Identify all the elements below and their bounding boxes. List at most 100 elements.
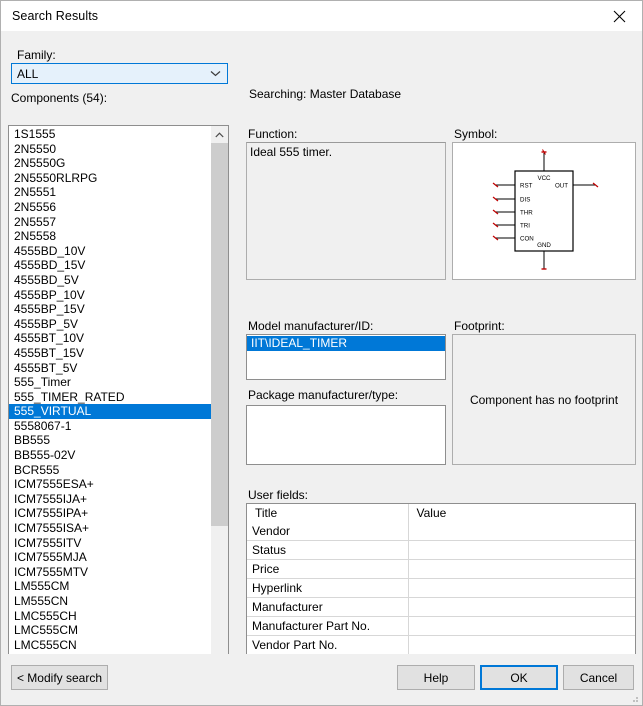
model-manufacturer-selected-item[interactable]: IIT\IDEAL_TIMER — [247, 336, 445, 351]
help-button[interactable]: Help — [397, 665, 475, 690]
cell-title: Manufacturer Part No. — [247, 616, 408, 636]
list-item[interactable]: BB555 — [9, 433, 211, 448]
footprint-preview-box: Component has no footprint — [452, 334, 636, 465]
pin-rst-label: RST — [520, 183, 533, 190]
pin-vcc-label: VCC — [537, 175, 551, 182]
list-item[interactable]: LMC555CN — [9, 638, 211, 653]
cell-title: Hyperlink — [247, 578, 408, 598]
modify-search-button[interactable]: < Modify search — [11, 665, 108, 690]
cell-value[interactable] — [407, 635, 635, 655]
list-item[interactable]: 4555BT_15V — [9, 346, 211, 361]
footprint-label: Footprint: — [454, 319, 505, 333]
list-item[interactable]: LMC555CM — [9, 623, 211, 638]
table-row[interactable]: Status — [247, 540, 635, 560]
cell-value[interactable] — [407, 616, 635, 636]
table-row[interactable]: Vendor — [247, 522, 635, 541]
table-row[interactable]: Hyperlink — [247, 578, 635, 598]
function-label: Function: — [248, 127, 298, 141]
cell-title: Status — [247, 540, 408, 560]
window-title: Search Results — [12, 9, 99, 23]
cell-title: Vendor — [247, 522, 408, 541]
list-item[interactable]: 2N5557 — [9, 215, 211, 230]
list-item[interactable]: 4555BP_15V — [9, 302, 211, 317]
scroll-up-button[interactable] — [211, 126, 228, 143]
list-item[interactable]: 2N5550G — [9, 156, 211, 171]
pin-con-label: CON — [520, 236, 534, 243]
cell-value[interactable] — [407, 522, 635, 541]
list-item[interactable]: ICM7555ESA+ — [9, 477, 211, 492]
scrollbar-track[interactable] — [211, 526, 228, 659]
cell-value[interactable] — [407, 597, 635, 617]
user-fields-table: Title Value Vendor Status Price Hyperlink Ma… — [247, 504, 635, 667]
list-item[interactable]: 4555BP_10V — [9, 288, 211, 303]
cell-value[interactable] — [407, 559, 635, 579]
resize-grip-icon[interactable] — [629, 693, 639, 703]
family-select-value: ALL — [17, 66, 39, 81]
user-fields-table-wrap[interactable]: Title Value Vendor Status Price Hyperlink Ma… — [246, 503, 636, 668]
list-item[interactable]: 2N5550RLRPG — [9, 171, 211, 186]
list-item[interactable]: 2N5550 — [9, 142, 211, 157]
list-item[interactable]: LM555CN — [9, 594, 211, 609]
list-item[interactable]: LM555CM — [9, 579, 211, 594]
ok-button[interactable]: OK — [480, 665, 558, 690]
pin-dis-label: DIS — [520, 197, 530, 204]
user-fields-table-body: Vendor Status Price Hyperlink Manufacturer Ma… — [247, 522, 635, 667]
searching-database-label: Searching: Master Database — [249, 87, 402, 101]
cancel-button[interactable]: Cancel — [563, 665, 634, 690]
close-icon — [613, 10, 626, 22]
table-row[interactable]: Vendor Part No. — [247, 635, 635, 655]
cell-title: Manufacturer — [247, 597, 408, 617]
user-fields-label: User fields: — [248, 488, 309, 502]
footprint-message: Component has no footprint — [469, 392, 619, 407]
column-header-value: Value — [407, 504, 635, 522]
table-row[interactable]: Manufacturer — [247, 597, 635, 617]
list-item[interactable]: BB555-02V — [9, 448, 211, 463]
list-item[interactable]: 555_VIRTUAL — [9, 404, 211, 419]
components-scrollbar[interactable] — [211, 126, 228, 676]
list-item[interactable]: ICM7555ITV — [9, 536, 211, 551]
cell-title: Price — [247, 559, 408, 579]
model-manufacturer-list[interactable]: IIT\IDEAL_TIMER — [246, 334, 446, 380]
pin-gnd-label: GND — [537, 242, 551, 249]
list-item[interactable]: ICM7555IPA+ — [9, 506, 211, 521]
dialog-footer: < Modify search Help OK Cancel — [1, 654, 642, 705]
list-item[interactable]: 4555BT_5V — [9, 361, 211, 376]
pin-out-label: OUT — [555, 183, 568, 190]
components-list[interactable]: 1S1555 2N5550 2N5550G 2N5550RLRPG 2N5551 2N55… — [8, 125, 229, 677]
list-item[interactable]: 4555BD_10V — [9, 244, 211, 259]
list-item[interactable]: ICM7555MJA — [9, 550, 211, 565]
list-item[interactable]: 4555BP_5V — [9, 317, 211, 332]
list-item[interactable]: 4555BD_15V — [9, 258, 211, 273]
pin-thr-label: THR — [520, 210, 533, 217]
cell-value[interactable] — [407, 540, 635, 560]
timer-555-symbol-icon: VCC RST DIS THR TRI CON OUT GND — [492, 149, 599, 270]
list-item[interactable]: LMC555CH — [9, 609, 211, 624]
chevron-down-icon — [207, 70, 224, 77]
column-header-title: Title — [255, 506, 278, 520]
list-item[interactable]: 2N5556 — [9, 200, 211, 215]
list-item[interactable]: 2N5558 — [9, 229, 211, 244]
symbol-label: Symbol: — [454, 127, 498, 141]
table-row[interactable]: Manufacturer Part No. — [247, 616, 635, 636]
function-description-box: Ideal 555 timer. — [246, 142, 446, 280]
list-item[interactable]: BCR555 — [9, 463, 211, 478]
list-item[interactable]: ICM7555IJA+ — [9, 492, 211, 507]
list-item[interactable]: 555_Timer — [9, 375, 211, 390]
package-manufacturer-list[interactable] — [246, 405, 446, 465]
list-item[interactable]: ICM7555MTV — [9, 565, 211, 580]
list-item[interactable]: 4555BT_10V — [9, 331, 211, 346]
list-item[interactable]: 4555BD_5V — [9, 273, 211, 288]
table-row[interactable]: Price — [247, 559, 635, 579]
function-description-text: Ideal 555 timer. — [250, 145, 333, 159]
close-button[interactable] — [597, 1, 642, 31]
list-item[interactable]: 5558067-1 — [9, 419, 211, 434]
cell-value[interactable] — [407, 578, 635, 598]
list-item[interactable]: 2N5551 — [9, 185, 211, 200]
list-item[interactable]: 1S1555 — [9, 127, 211, 142]
family-select[interactable]: ALL — [11, 63, 228, 84]
chevron-up-icon — [215, 131, 224, 137]
components-list-items: 1S1555 2N5550 2N5550G 2N5550RLRPG 2N5551 2N55… — [9, 126, 211, 676]
list-item[interactable]: ICM7555ISA+ — [9, 521, 211, 536]
scrollbar-thumb[interactable] — [211, 143, 228, 526]
list-item[interactable]: 555_TIMER_RATED — [9, 390, 211, 405]
